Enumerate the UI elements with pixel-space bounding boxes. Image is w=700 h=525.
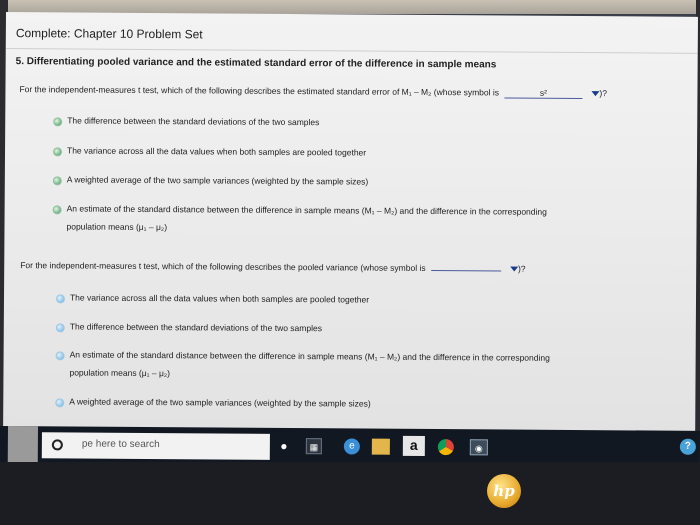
question2-option3-label[interactable]: An estimate of the standard distance bet… [70,347,550,365]
question2-option3-label-cont[interactable]: population means (μ₁ – μ₂) [69,365,170,380]
question2-option2-label[interactable]: The difference between the standard devi… [70,319,322,335]
question1-option2-label[interactable]: The variance across all the data values … [67,143,366,160]
question1-prompt: For the independent-measures t test, whi… [19,84,607,100]
start-button[interactable] [7,426,38,465]
browser-viewport: Complete: Chapter 10 Problem Set 5. Diff… [3,12,698,437]
laptop-bezel-bottom [0,462,700,525]
help-icon[interactable]: ? [679,438,696,455]
title-divider [5,47,698,54]
question1-option4-label[interactable]: An estimate of the standard distance bet… [67,201,547,219]
question2-option3-radio[interactable] [55,351,65,361]
question2-option1-label[interactable]: The variance across all the data values … [70,290,369,307]
task-view-icon[interactable]: ▦ [305,438,322,455]
question2-text: For the independent-measures t test, whi… [20,260,426,273]
edge-icon[interactable]: e [343,438,360,455]
question2-prompt: For the independent-measures t test, whi… [20,260,525,274]
section-heading: 5. Differentiating pooled variance and t… [15,56,497,71]
question1-option3-label[interactable]: A weighted average of the two sample var… [67,172,369,189]
question1-suffix: )? [599,88,607,99]
question2-option2-radio[interactable] [55,323,65,333]
chrome-icon[interactable] [437,439,454,456]
question1-dropdown-value: s² [539,87,547,98]
taskbar-search-placeholder: pe here to search [81,438,160,451]
microphone-icon[interactable]: ● [278,438,290,454]
taskbar-search-box[interactable]: pe here to search [41,432,270,460]
question1-option4-radio[interactable] [52,205,62,215]
question1-option4-label-cont[interactable]: population means (μ₁ – μ₂) [66,219,167,234]
question2-option4-radio[interactable] [55,398,65,408]
camera-icon[interactable]: ◉ [469,439,488,456]
question2-option4-label[interactable]: A weighted average of the two sample var… [69,394,371,411]
search-icon [51,439,63,451]
hp-logo: hp [487,474,521,508]
page-title: Complete: Chapter 10 Problem Set [15,26,203,42]
amazon-icon[interactable]: a [402,435,425,456]
question1-option2-radio[interactable] [52,147,63,157]
chevron-down-icon[interactable] [509,266,518,272]
question2-suffix: )? [517,263,526,274]
question1-dropdown[interactable]: s² [504,87,583,100]
question1-option3-radio[interactable] [52,176,62,186]
question1-option1-label[interactable]: The difference between the standard devi… [67,113,319,129]
question1-text: For the independent-measures t test, whi… [19,84,500,98]
question2-option1-radio[interactable] [55,294,66,304]
question1-option1-radio[interactable] [53,117,63,127]
question2-dropdown[interactable] [430,269,501,272]
chevron-down-icon[interactable] [591,91,600,97]
file-explorer-icon[interactable] [371,438,390,455]
